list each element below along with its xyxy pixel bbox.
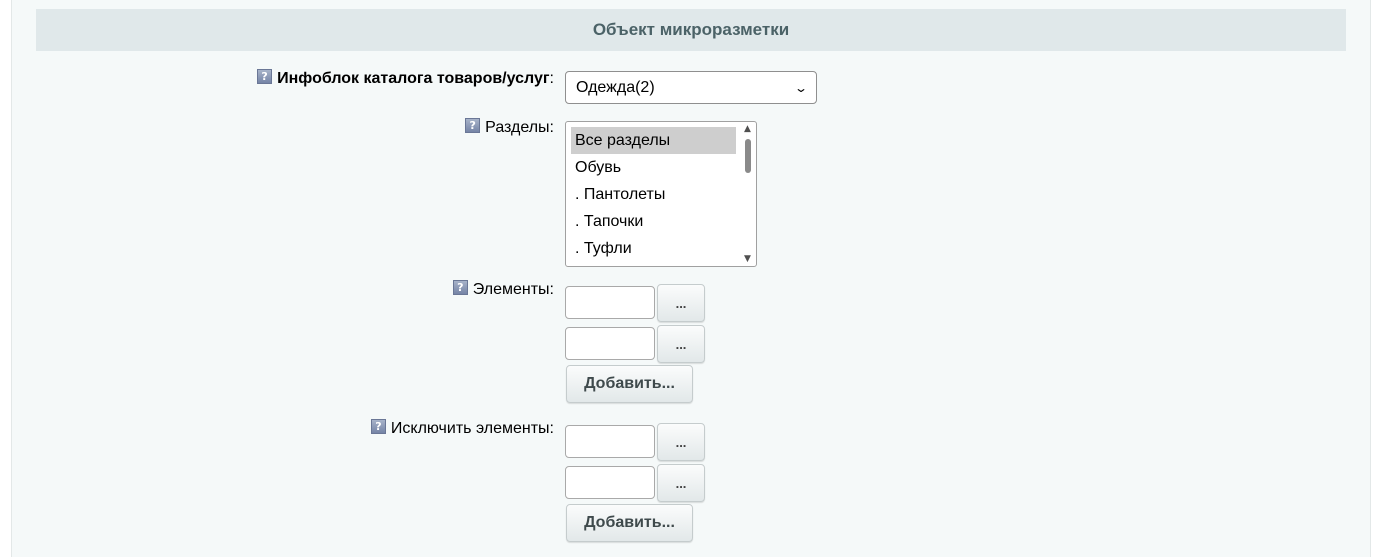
list-item[interactable]: . Тапочки bbox=[571, 208, 736, 235]
elements-label-text: Элементы: bbox=[472, 281, 554, 298]
list-item[interactable]: Все разделы bbox=[571, 127, 736, 154]
element-id-input-1[interactable] bbox=[565, 286, 655, 319]
scroll-up-arrow-icon[interactable]: ▲ bbox=[744, 124, 751, 134]
help-icon[interactable]: ? bbox=[370, 418, 386, 434]
exclude-id-input-1[interactable] bbox=[565, 425, 655, 458]
list-item[interactable]: . Туфли bbox=[571, 235, 736, 262]
sections-label-text: Разделы: bbox=[485, 119, 554, 136]
iblock-label-colon: : bbox=[549, 70, 554, 87]
elements-label: ? Элементы: bbox=[452, 279, 554, 299]
listbox-scrollbar[interactable]: ▲ ▼ bbox=[741, 122, 756, 266]
iblock-select[interactable]: Одежда(2) ⌄ bbox=[565, 71, 817, 104]
iblock-select-value: Одежда(2) bbox=[576, 78, 655, 96]
section-header: Объект микроразметки bbox=[36, 9, 1346, 51]
sections-label: ? Разделы: bbox=[465, 117, 554, 137]
exclude-browse-button-2[interactable]: ... bbox=[657, 464, 705, 502]
sections-listbox[interactable]: Все разделы Обувь . Пантолеты . Тапочки … bbox=[565, 121, 757, 267]
exclude-id-input-2[interactable] bbox=[565, 466, 655, 499]
section-title: Объект микроразметки bbox=[592, 20, 790, 39]
list-item[interactable]: Обувь bbox=[571, 154, 736, 181]
exclude-elements-label-text: Исключить элементы: bbox=[390, 420, 554, 437]
scroll-thumb[interactable] bbox=[745, 139, 751, 173]
help-icon[interactable]: ? bbox=[452, 279, 468, 295]
chevron-down-icon: ⌄ bbox=[793, 80, 809, 95]
scroll-down-arrow-icon[interactable]: ▼ bbox=[744, 254, 751, 264]
exclude-browse-button-1[interactable]: ... bbox=[657, 423, 705, 461]
iblock-label: ? Инфоблок каталога товаров/услуг: bbox=[257, 68, 554, 88]
element-browse-button-2[interactable]: ... bbox=[657, 325, 705, 363]
list-item[interactable]: . Пантолеты bbox=[571, 181, 736, 208]
help-icon[interactable]: ? bbox=[465, 117, 481, 133]
iblock-label-text: Инфоблок каталога товаров/услуг bbox=[277, 70, 550, 87]
add-element-button[interactable]: Добавить... bbox=[566, 365, 693, 403]
exclude-elements-label: ? Исключить элементы: bbox=[370, 418, 554, 438]
add-exclude-button[interactable]: Добавить... bbox=[566, 504, 693, 542]
help-icon[interactable]: ? bbox=[257, 68, 273, 84]
element-browse-button-1[interactable]: ... bbox=[657, 284, 705, 322]
element-id-input-2[interactable] bbox=[565, 327, 655, 360]
